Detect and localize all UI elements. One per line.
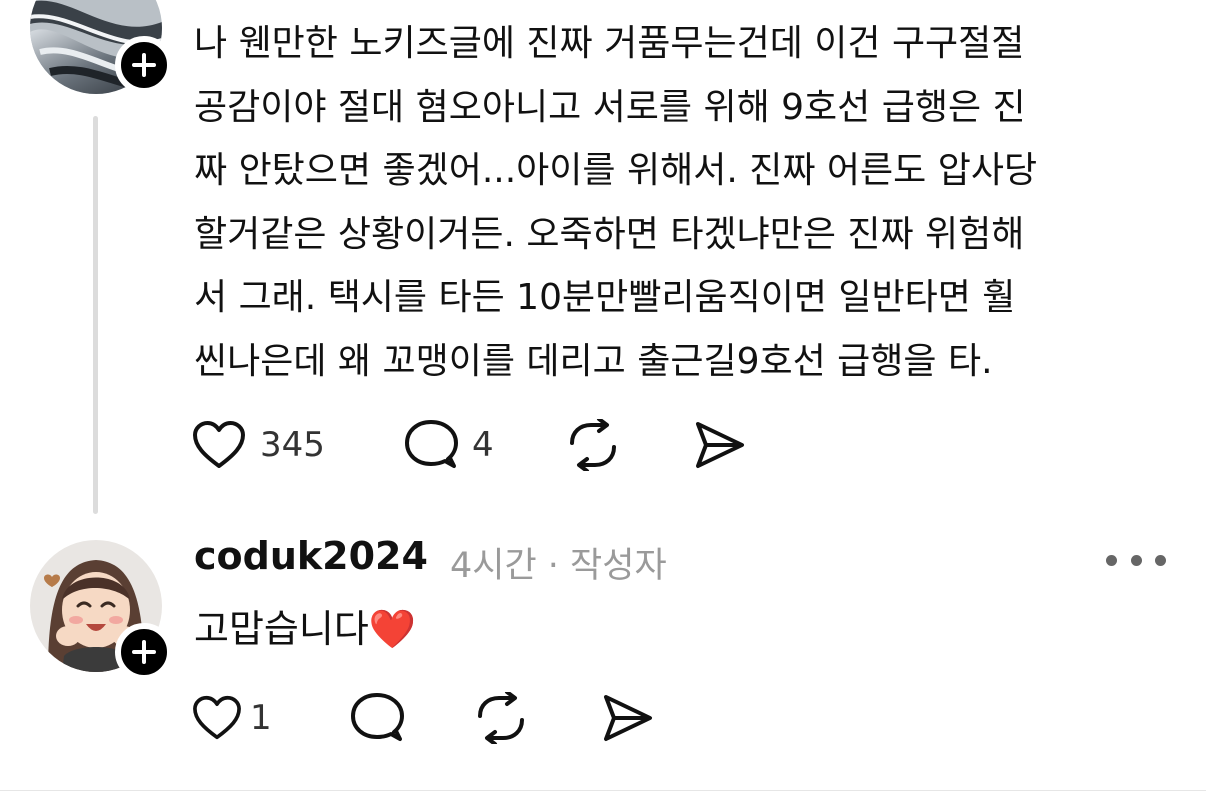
post-body-line: 짜 안탔으면 좋겠어...아이를 위해서. 진짜 어른도 압사당	[194, 150, 1038, 191]
reply-count: 4	[472, 425, 494, 465]
comment-button[interactable]: 4	[404, 415, 494, 475]
more-options-button[interactable]	[1106, 540, 1166, 580]
divider	[0, 790, 1206, 791]
post-body-line: 서 그래. 택시를 타든 10분만빨리움직이면 일반타면 훨	[194, 277, 1016, 318]
reply-username[interactable]: coduk2024	[194, 534, 428, 578]
post-body-line: 씬나은데 왜 꼬맹이를 데리고 출근길9호선 급행을 타.	[194, 340, 993, 382]
heart-outline-icon	[193, 421, 245, 468]
reply-body: 고맙습니다❤️	[194, 607, 417, 651]
like-button[interactable]: 1	[192, 688, 272, 748]
reply-action-bar: 1	[0, 688, 1206, 748]
follow-button[interactable]	[115, 623, 173, 681]
comment-button[interactable]	[350, 688, 404, 748]
plus-icon	[132, 640, 156, 664]
paper-plane-icon	[604, 695, 652, 741]
like-count: 1	[250, 698, 272, 738]
paper-plane-icon	[696, 422, 744, 468]
plus-icon	[132, 53, 156, 77]
follow-button[interactable]	[115, 36, 173, 94]
speech-bubble-icon	[405, 420, 458, 468]
post-body: 나 웬만한 노키즈글에 진짜 거품무는건데 이건 구구절절 공감이야 절대 혐오…	[194, 12, 1179, 393]
post-action-bar: 345 4	[0, 415, 1206, 475]
more-dots-icon	[1106, 554, 1117, 566]
heart-outline-icon	[193, 695, 241, 740]
repost-arrows-icon	[570, 419, 616, 471]
repost-arrows-icon	[478, 692, 524, 744]
like-button[interactable]: 345	[192, 415, 325, 475]
speech-bubble-icon	[351, 693, 404, 741]
post-body-line: 나 웬만한 노키즈글에 진짜 거품무는건데 이건 구구절절	[194, 23, 1025, 64]
post-body-line: 할거같은 상황이거든. 오죽하면 타겠냐만은 진짜 위험해	[194, 213, 1025, 255]
like-count: 345	[260, 425, 325, 465]
share-button[interactable]	[694, 415, 746, 475]
share-button[interactable]	[602, 688, 654, 748]
repost-button[interactable]	[566, 415, 620, 475]
more-dots-icon	[1155, 554, 1166, 566]
more-dots-icon	[1130, 554, 1142, 566]
repost-button[interactable]	[474, 688, 528, 748]
reply-meta: 4시간 · 작성자	[450, 546, 667, 586]
post-body-line: 공감이야 절대 혐오아니고 서로를 위해 9호선 급행은 진	[194, 86, 1026, 128]
